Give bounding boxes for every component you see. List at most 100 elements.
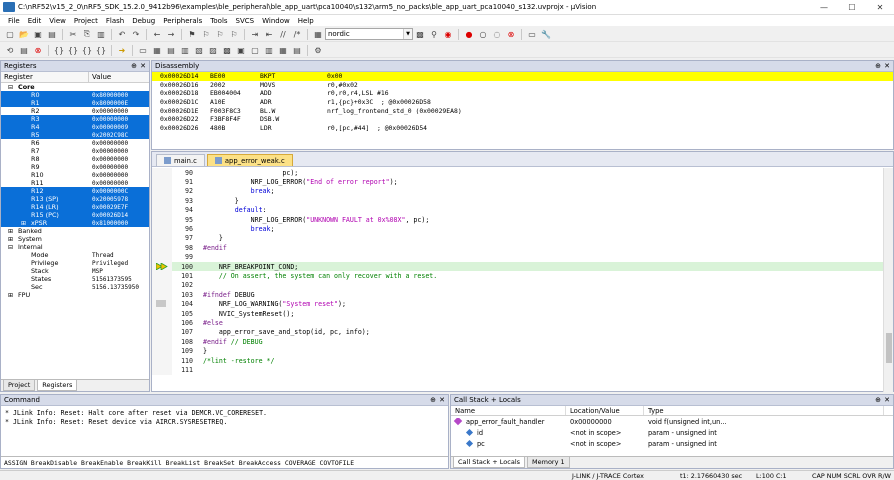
breakpoint-gutter[interactable] xyxy=(152,299,172,309)
code-line[interactable]: 91 NRF_LOG_ERROR("End of error report"); xyxy=(152,177,885,187)
scrollbar-thumb[interactable] xyxy=(886,333,892,363)
register-row[interactable]: R4 0x00000009 xyxy=(1,123,149,131)
disassembly-line[interactable]: 0x00026D18 EB004004 ADD r0,r0,r4,LSL #16 xyxy=(152,89,893,98)
register-row[interactable]: R0 0x80000000 xyxy=(1,91,149,99)
expand-icon[interactable]: ⊞ xyxy=(8,228,13,235)
callstack-row[interactable]: app_error_fault_handler 0x00000000 void … xyxy=(451,416,893,427)
menu-item-help[interactable]: Help xyxy=(294,17,318,25)
register-value[interactable]: 0x00000000 xyxy=(89,164,128,171)
menu-item-tools[interactable]: Tools xyxy=(206,17,231,25)
breakpoint-gutter[interactable] xyxy=(152,327,172,338)
register-row[interactable]: States 51561373595 xyxy=(1,275,149,283)
register-row[interactable]: R14 (LR) 0x00029E7F xyxy=(1,203,149,211)
breakpoint-gutter[interactable] xyxy=(152,177,172,187)
code-line[interactable]: 90 pc); xyxy=(152,168,885,178)
editor-scrollbar[interactable] xyxy=(883,168,893,392)
code-line[interactable]: 101 // On assert, the system can only re… xyxy=(152,271,885,281)
close-icon[interactable]: ✕ xyxy=(140,62,146,70)
register-value[interactable]: 0x00000000 xyxy=(89,140,128,147)
collapse-icon[interactable]: ⊟ xyxy=(8,244,13,251)
code-line[interactable]: 97 } xyxy=(152,233,885,244)
code-line[interactable]: 102 xyxy=(152,280,885,291)
tab-project[interactable]: Project xyxy=(3,380,36,391)
collapse-icon[interactable]: ⊟ xyxy=(8,84,13,91)
settings-icon[interactable]: ⚙ xyxy=(312,44,324,56)
editor-tab[interactable]: main.c xyxy=(156,154,205,166)
expand-icon[interactable]: ⊞ xyxy=(8,292,13,299)
register-row[interactable]: ⊟ Core xyxy=(1,83,149,91)
menu-item-view[interactable]: View xyxy=(45,17,70,25)
code-line[interactable]: 92 break; xyxy=(152,186,885,197)
menu-item-file[interactable]: File xyxy=(4,17,24,25)
register-row[interactable]: ⊞ xPSR 0x81000000 xyxy=(1,219,149,227)
minimize-button[interactable]: — xyxy=(810,0,838,15)
tab-callstack-locals[interactable]: Call Stack + Locals xyxy=(453,457,526,468)
close-icon[interactable]: ✕ xyxy=(884,396,890,404)
uncomment-icon[interactable]: /* xyxy=(291,28,303,40)
disassembly-line[interactable]: 0x00026D1E F003F8C3 BL.W nrf_log_frontend_s… xyxy=(152,106,893,115)
register-row[interactable]: ⊞ FPU xyxy=(1,291,149,299)
register-value[interactable]: 0x00000009 xyxy=(89,124,128,131)
column-name[interactable]: Name xyxy=(451,406,566,415)
disassembly-line[interactable]: 0x00026D14 BE00 BKPT 0x00 xyxy=(152,72,893,81)
register-row[interactable]: R7 0x00000000 xyxy=(1,147,149,155)
back-icon[interactable]: ← xyxy=(151,28,163,40)
step-over-icon[interactable]: {} xyxy=(67,44,79,56)
register-row[interactable]: ⊞ Banked xyxy=(1,227,149,235)
disassembly-line[interactable]: 0x00026D22 F3BF8F4F DSB.W xyxy=(152,115,893,124)
disassembly-window-icon[interactable]: ▦ xyxy=(151,44,163,56)
watch-window-icon[interactable]: ▨ xyxy=(207,44,219,56)
chevron-down-icon[interactable]: ▼ xyxy=(403,29,412,39)
toolbox-icon[interactable]: ▤ xyxy=(291,44,303,56)
code-line[interactable]: 103 #ifndef DEBUG xyxy=(152,290,885,300)
redo-icon[interactable]: ↷ xyxy=(130,28,142,40)
menu-item-peripherals[interactable]: Peripherals xyxy=(159,17,206,25)
pin-icon[interactable]: ⊕ xyxy=(131,62,137,70)
disassembly-line[interactable]: 0x00026D16 2002 MOVS r0,#0x02 xyxy=(152,81,893,90)
indent-icon[interactable]: ⇥ xyxy=(249,28,261,40)
code-line[interactable]: 104 NRF_LOG_WARNING("System reset"); xyxy=(152,299,885,309)
copy-icon[interactable]: ⎘ xyxy=(81,28,93,40)
reset-icon[interactable]: ⟲ xyxy=(4,44,16,56)
breakpoint-gutter[interactable] xyxy=(152,308,172,319)
editor-tab[interactable]: app_error_weak.c xyxy=(206,154,293,166)
breakpoint-gutter[interactable] xyxy=(152,346,172,356)
undo-icon[interactable]: ↶ xyxy=(116,28,128,40)
register-row[interactable]: R15 (PC) 0x00026D14 xyxy=(1,211,149,219)
register-value[interactable]: 0x0000000C xyxy=(89,188,128,195)
breakpoint-gutter[interactable] xyxy=(152,233,172,244)
code-line[interactable]: 109} xyxy=(152,346,885,356)
expand-icon[interactable]: ⊞ xyxy=(8,236,13,243)
code-line[interactable]: 96 break; xyxy=(152,224,885,234)
register-row[interactable]: R11 0x00000000 xyxy=(1,179,149,187)
tab-memory-1[interactable]: Memory 1 xyxy=(527,457,570,468)
breakpoint-clear-icon[interactable]: ◌ xyxy=(491,28,503,40)
register-value[interactable]: 5156.13735950 xyxy=(89,284,139,291)
register-value[interactable]: 51561373595 xyxy=(89,276,132,283)
analysis-window-icon[interactable]: ▢ xyxy=(249,44,261,56)
code-line[interactable]: 107 app_error_save_and_stop(id, pc, info… xyxy=(152,327,885,338)
breakpoint-gutter[interactable] xyxy=(152,196,172,206)
register-row[interactable]: R6 0x00000000 xyxy=(1,139,149,147)
disassembly-line[interactable]: 0x00026D1C A10E ADR r1,{pc}+0x3C ; @0x00026… xyxy=(152,98,893,107)
find-combo[interactable]: nordic ▼ xyxy=(325,28,413,40)
paste-icon[interactable]: ▥ xyxy=(95,28,107,40)
close-icon[interactable]: ✕ xyxy=(439,396,445,404)
menu-item-flash[interactable]: Flash xyxy=(102,17,128,25)
code-line[interactable]: 99 xyxy=(152,252,885,262)
call-stack-window-icon[interactable]: ▧ xyxy=(193,44,205,56)
serial-window-icon[interactable]: ▣ xyxy=(235,44,247,56)
register-value[interactable]: 0x00000000 xyxy=(89,108,128,115)
register-row[interactable]: R5 0x2002C98C xyxy=(1,131,149,139)
breakpoint-gutter[interactable] xyxy=(152,168,172,178)
show-next-statement-icon[interactable]: ➜ xyxy=(116,44,128,56)
code-line[interactable]: 95 NRF_LOG_ERROR("UNKNOWN FAULT at 0x%08… xyxy=(152,214,885,225)
register-value[interactable]: MSP xyxy=(89,268,103,275)
register-value[interactable]: Privileged xyxy=(89,260,128,267)
register-row[interactable]: ⊟ Internal xyxy=(1,243,149,251)
forward-icon[interactable]: → xyxy=(165,28,177,40)
register-row[interactable]: R10 0x00000000 xyxy=(1,171,149,179)
run-to-cursor-icon[interactable]: {} xyxy=(95,44,107,56)
breakpoint-kill-icon[interactable]: ⊗ xyxy=(505,28,517,40)
comment-icon[interactable]: // xyxy=(277,28,289,40)
